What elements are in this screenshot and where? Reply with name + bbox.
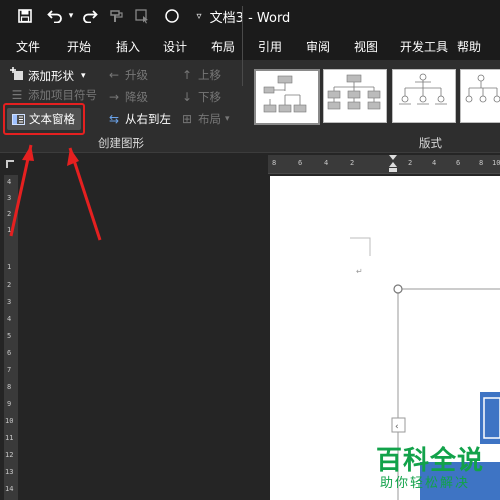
annotation-arrow-head bbox=[22, 145, 34, 161]
annotation-arrow-head bbox=[67, 148, 79, 166]
annotation-arrows bbox=[9, 144, 102, 241]
watermark-subtitle: 助你轻松解决 bbox=[380, 476, 471, 491]
